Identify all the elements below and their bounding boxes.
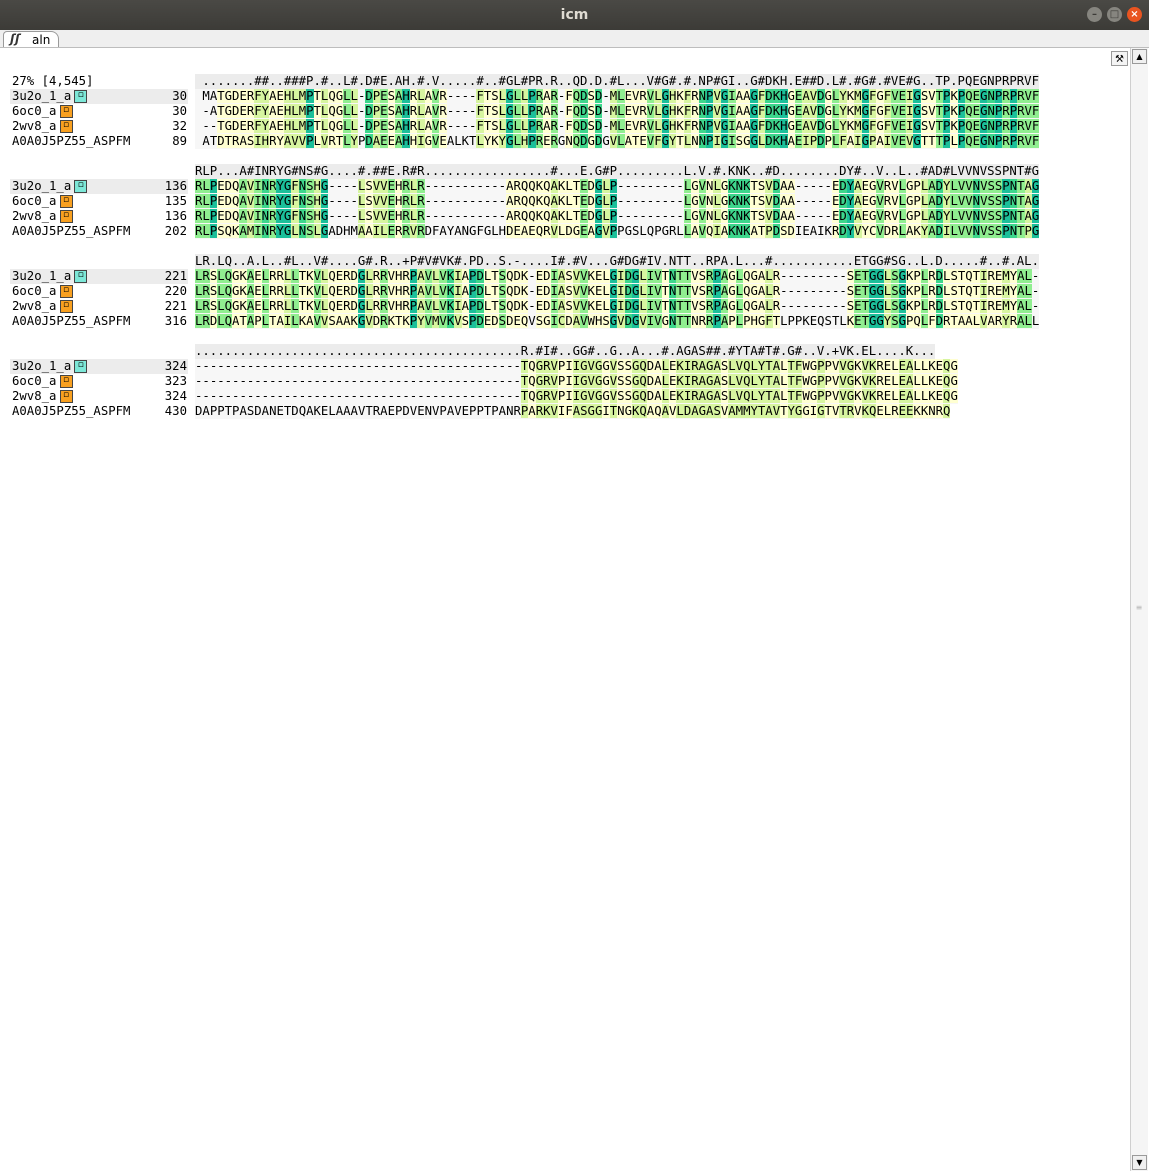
structure-unloaded-icon[interactable]: ▫ xyxy=(59,390,73,403)
sequence-row[interactable]: 3u2o_1_a ▫ 221 LRSLQGKAELRRLLTKVLQERDGLRRVH… xyxy=(0,269,1130,284)
consensus-line: LR.LQ..A.L..#L..V#....G#.R..+P#V#VK#.PD.… xyxy=(195,254,1039,269)
sequence-row[interactable]: A0A0J5PZ55_ASPFM 202 RLPSQKAMINRYGLNSLGADH… xyxy=(0,224,1130,239)
sequence-start-number: 323 xyxy=(164,374,187,388)
sequence-residues[interactable]: ----------------------------------------… xyxy=(195,374,958,389)
sequence-start-number: 32 xyxy=(172,119,187,133)
sequence-start-number: 220 xyxy=(164,284,187,298)
sequence-start-number: 221 xyxy=(164,299,187,313)
sequence-name[interactable]: 6oc0_a xyxy=(12,284,56,299)
structure-unloaded-icon[interactable]: ▫ xyxy=(59,285,73,298)
sequence-residues[interactable]: RLPEDQAVINRYGFNSHG----LSVVEHRLR---------… xyxy=(195,194,1040,209)
close-button[interactable]: × xyxy=(1127,7,1142,22)
sequence-row[interactable]: 6oc0_a ▫ 135 RLPEDQAVINRYGFNSHG----LSVVEHRL… xyxy=(0,194,1130,209)
sequence-name[interactable]: A0A0J5PZ55_ASPFM xyxy=(12,314,130,329)
structure-unloaded-icon[interactable]: ▫ xyxy=(59,375,73,388)
structure-unloaded-icon[interactable]: ▫ xyxy=(59,105,73,118)
sequence-start-number: 221 xyxy=(164,269,187,283)
maximize-button[interactable]: □ xyxy=(1107,7,1122,22)
sequence-start-number: 136 xyxy=(164,209,187,223)
ss-structure-icon: ʃʃ xyxy=(10,32,20,46)
consensus-line: .......##..###P.#..L#.D#E.AH.#.V.....#..… xyxy=(195,74,1039,89)
sequence-name[interactable]: 6oc0_a xyxy=(12,104,56,119)
sequence-name[interactable]: 2wv8_a xyxy=(12,299,56,314)
sequence-start-number: 89 xyxy=(172,134,187,148)
sequence-name[interactable]: 2wv8_a xyxy=(12,389,56,404)
sequence-row[interactable]: 2wv8_a ▫ 32 --TGDERFYAEHLMPTLQGLL-DPESAHRL… xyxy=(0,119,1130,134)
sequence-name[interactable]: A0A0J5PZ55_ASPFM xyxy=(12,404,130,419)
structure-loaded-icon[interactable]: ▫ xyxy=(74,270,88,283)
sequence-residues[interactable]: --TGDERFYAEHLMPTLQGLL-DPESAHRLAVR----FTS… xyxy=(195,119,1040,134)
sequence-row[interactable]: 3u2o_1_a ▫ 324 ----------------------------… xyxy=(0,359,1130,374)
sequence-name[interactable]: 3u2o_1_a xyxy=(12,89,71,104)
sequence-start-number: 30 xyxy=(172,104,187,118)
structure-unloaded-icon[interactable]: ▫ xyxy=(59,120,73,133)
sequence-name[interactable]: 6oc0_a xyxy=(12,374,56,389)
sequence-residues[interactable]: MATGDERFYAEHLMPTLQGLL-DPESAHRLAVR----FTS… xyxy=(195,89,1040,104)
sequence-name[interactable]: 3u2o_1_a xyxy=(12,179,71,194)
sequence-name[interactable]: 3u2o_1_a xyxy=(12,269,71,284)
window-title: icm xyxy=(560,7,589,23)
sequence-name[interactable]: 3u2o_1_a xyxy=(12,359,71,374)
sequence-row[interactable]: 2wv8_a ▫ 324 ------------------------------… xyxy=(0,389,1130,404)
window-titlebar: icm – □ × xyxy=(0,0,1149,30)
sequence-row[interactable]: A0A0J5PZ55_ASPFM 430 DAPPTPASDANETDQAKELAA… xyxy=(0,404,1130,419)
structure-unloaded-icon[interactable]: ▫ xyxy=(59,195,73,208)
sequence-start-number: 30 xyxy=(172,89,187,103)
sequence-residues[interactable]: RLPEDQAVINRYGFNSHG----LSVVEHRLR---------… xyxy=(195,179,1040,194)
scroll-up-arrow-icon[interactable]: ▲ xyxy=(1132,49,1147,64)
tab-aln[interactable]: ʃʃ aln xyxy=(3,31,59,47)
sequence-row[interactable]: 3u2o_1_a ▫ 30 MATGDERFYAEHLMPTLQGLL-DPESAH… xyxy=(0,89,1130,104)
tab-strip: ʃʃ aln xyxy=(0,30,1149,48)
sequence-residues[interactable]: LRDLQATAPLTAILKAVVSAAKGVDRKTKPYVMVKVSPDE… xyxy=(195,314,1040,329)
sequence-start-number: 316 xyxy=(164,314,187,328)
sequence-residues[interactable]: LRSLQGKAELRRLLTKVLQERDGLRRVHRPAVLVKIAPDL… xyxy=(195,299,1040,314)
sequence-start-number: 324 xyxy=(164,389,187,403)
sequence-residues[interactable]: ----------------------------------------… xyxy=(195,359,958,374)
sequence-row[interactable]: 3u2o_1_a ▫ 136 RLPEDQAVINRYGFNSHG----LSVVEH… xyxy=(0,179,1130,194)
structure-unloaded-icon[interactable]: ▫ xyxy=(59,300,73,313)
structure-loaded-icon[interactable]: ▫ xyxy=(74,90,88,103)
scroll-down-arrow-icon[interactable]: ▼ xyxy=(1132,1155,1147,1170)
minimize-button[interactable]: – xyxy=(1087,7,1102,22)
sequence-name[interactable]: 2wv8_a xyxy=(12,119,56,134)
sequence-residues[interactable]: DAPPTPASDANETDQAKELAAAVTRAEPDVENVPAVEPPT… xyxy=(195,404,951,419)
sequence-row[interactable]: 6oc0_a ▫ 220 LRSLQGKAELRRLLTKVLQERDGLRRVHRP… xyxy=(0,284,1130,299)
sequence-name[interactable]: A0A0J5PZ55_ASPFM xyxy=(12,224,130,239)
vertical-scrollbar[interactable]: ▲ ≡ ▼ xyxy=(1130,48,1148,1171)
sequence-row[interactable]: 6oc0_a ▫ 323 ------------------------------… xyxy=(0,374,1130,389)
sequence-row[interactable]: 6oc0_a ▫ 30 -ATGDERFYAEHLMPTLQGLL-DPESAHRL… xyxy=(0,104,1130,119)
structure-loaded-icon[interactable]: ▫ xyxy=(74,360,88,373)
sequence-row[interactable]: 2wv8_a ▫ 136 RLPEDQAVINRYGFNSHG----LSVVEHRL… xyxy=(0,209,1130,224)
sequence-residues[interactable]: RLPEDQAVINRYGFNSHG----LSVVEHRLR---------… xyxy=(195,209,1040,224)
structure-loaded-icon[interactable]: ▫ xyxy=(74,180,88,193)
sequence-row[interactable]: 2wv8_a ▫ 221 LRSLQGKAELRRLLTKVLQERDGLRRVHRP… xyxy=(0,299,1130,314)
structure-unloaded-icon[interactable]: ▫ xyxy=(59,210,73,223)
sequence-residues[interactable]: LRSLQGKAELRRLLTKVLQERDGLRRVHRPAVLVKIAPDL… xyxy=(195,284,1040,299)
sequence-residues[interactable]: -ATGDERFYAEHLMPTLQGLL-DPESAHRLAVR----FTS… xyxy=(195,104,1040,119)
consensus-line: ........................................… xyxy=(195,344,936,359)
sequence-name[interactable]: A0A0J5PZ55_ASPFM xyxy=(12,134,130,149)
sequence-residues[interactable]: RLPSQKAMINRYGLNSLGADHMAAILERRVRDFAYANGFG… xyxy=(195,224,1040,239)
sequence-residues[interactable]: ----------------------------------------… xyxy=(195,389,958,404)
sequence-residues[interactable]: LRSLQGKAELRRLLTKVLQERDGLRRVHRPAVLVKIAPDL… xyxy=(195,269,1040,284)
sequence-start-number: 324 xyxy=(164,359,187,373)
settings-hammer-icon[interactable]: ⚒ xyxy=(1111,51,1128,66)
sequence-row[interactable]: A0A0J5PZ55_ASPFM 89 ATDTRASIHRYAVVPLVRTLY… xyxy=(0,134,1130,149)
sequence-start-number: 135 xyxy=(164,194,187,208)
scroll-grip-icon[interactable]: ≡ xyxy=(1134,603,1144,613)
consensus-line: RLP...A#INRYG#NS#G....#.##E.R#R.........… xyxy=(195,164,1039,179)
tab-label: aln xyxy=(32,33,51,47)
sequence-row[interactable]: A0A0J5PZ55_ASPFM 316 LRDLQATAPLTAILKAVVSAA… xyxy=(0,314,1130,329)
alignment-summary: 27% [4,545] xyxy=(12,74,94,88)
sequence-start-number: 430 xyxy=(164,404,187,418)
sequence-name[interactable]: 6oc0_a xyxy=(12,194,56,209)
sequence-start-number: 136 xyxy=(164,179,187,193)
sequence-start-number: 202 xyxy=(164,224,187,238)
sequence-name[interactable]: 2wv8_a xyxy=(12,209,56,224)
sequence-residues[interactable]: ATDTRASIHRYAVVPLVRTLYPDAEEAHHIGVEALKTLYK… xyxy=(195,134,1040,149)
